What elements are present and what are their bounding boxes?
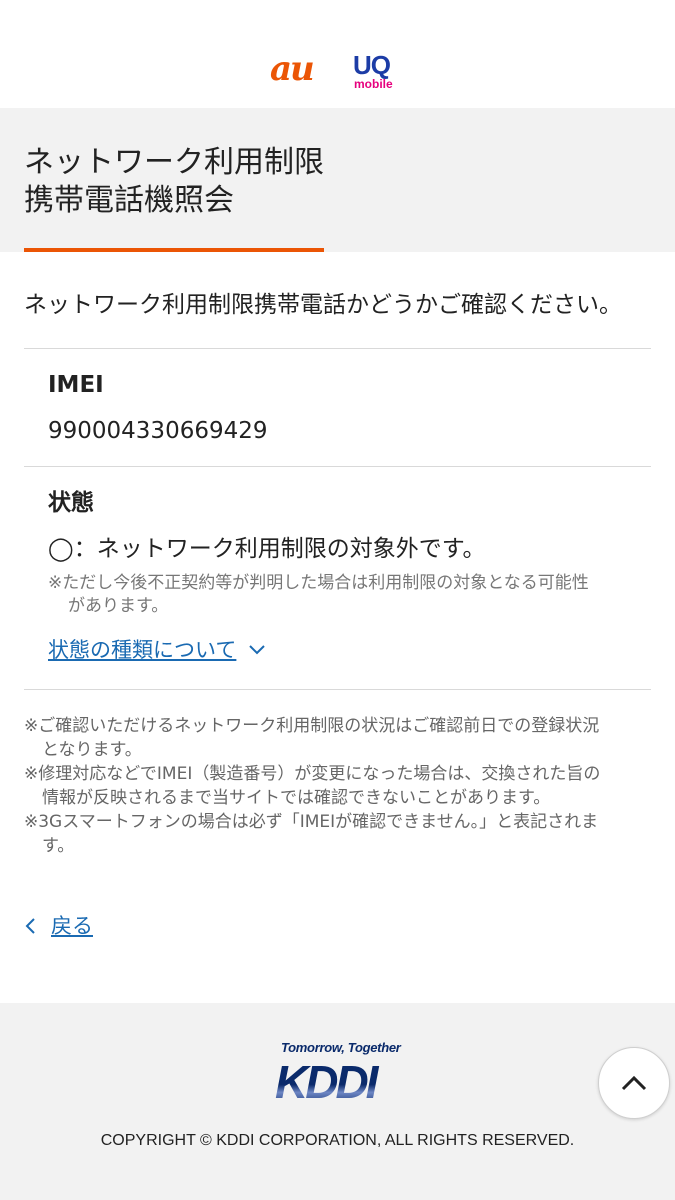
page-top-button[interactable] xyxy=(598,1047,670,1119)
note-3: ※3Gスマートフォンの場合は必ず「IMEIが確認できません。」と表記されま xyxy=(24,812,599,832)
divider xyxy=(24,466,651,467)
kddi-logo: KDDI xyxy=(275,1060,383,1102)
note-2: ※修理対応などでIMEI（製造番号）が変更になった場合は、交換された旨の xyxy=(24,764,601,784)
title-band: ネットワーク利用制限 携帯電話機照会 xyxy=(0,108,675,252)
chevron-down-icon[interactable] xyxy=(248,641,266,659)
status-label: 状態 xyxy=(48,490,94,516)
note-1: ※ご確認いただけるネットワーク利用制限の状況はご確認前日での登録状況 xyxy=(24,716,600,736)
status-note-line1: ※ただし今後不正契約等が判明した場合は利用制限の対象となる可能性 xyxy=(48,573,589,593)
status-types-link[interactable]: 状態の種類について xyxy=(48,636,236,664)
back-label[interactable]: 戻る xyxy=(51,912,93,940)
page-title-line2: 携帯電話機照会 xyxy=(24,183,234,218)
uq-mobile-logo: UQ mobile xyxy=(348,52,400,92)
note-1-cont: となります。 xyxy=(42,740,142,760)
site-header xyxy=(0,0,675,108)
copyright: COPYRIGHT © KDDI CORPORATION, ALL RIGHTS… xyxy=(100,1132,575,1149)
divider xyxy=(24,348,651,349)
note-2-cont: 情報が反映されるまで当サイトでは確認できないことがあります。 xyxy=(42,788,551,808)
page-title: ネットワーク利用制限 携帯電話機照会 xyxy=(24,144,324,220)
imei-value: 990004330669429 xyxy=(48,418,268,444)
imei-label: IMEI xyxy=(48,372,104,398)
uq-logo-text: UQ xyxy=(353,50,391,80)
status-value: ◯：ネットワーク利用制限の対象外です。 xyxy=(48,536,486,562)
title-underline xyxy=(24,248,324,252)
status-note-line2: があります。 xyxy=(68,596,169,616)
intro-text: ネットワーク利用制限携帯電話かどうかご確認ください。 xyxy=(24,292,622,318)
divider xyxy=(24,689,651,690)
kddi-tagline: Tomorrow, Together xyxy=(281,1040,401,1055)
page-title-line1: ネットワーク利用制限 xyxy=(24,145,324,180)
kddi-logo-text: KDDI xyxy=(275,1060,380,1102)
chevron-left-icon xyxy=(25,918,35,934)
status-note: ※ただし今後不正契約等が判明した場合は利用制限の対象となる可能性 があります。 xyxy=(48,572,648,618)
au-logo: au xyxy=(270,49,315,89)
note-3-cont: す。 xyxy=(42,836,75,856)
chevron-up-icon xyxy=(621,1075,647,1091)
notes-list: ※ご確認いただけるネットワーク利用制限の状況はご確認前日での登録状況 となります… xyxy=(24,714,644,858)
uq-logo-mobile-text: mobile xyxy=(354,77,393,91)
